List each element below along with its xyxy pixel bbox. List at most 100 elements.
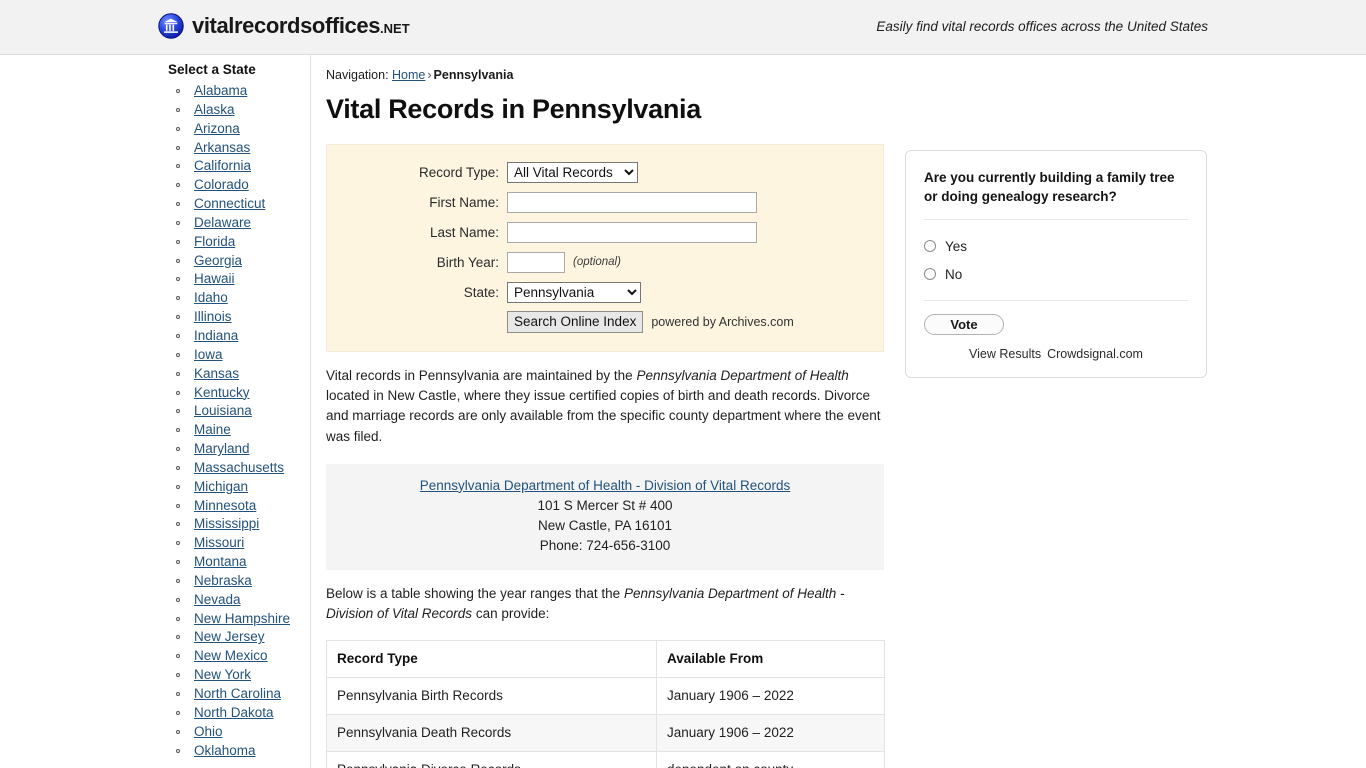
sidebar-item-kentucky[interactable]: Kentucky <box>194 385 250 400</box>
sidebar-item-north-carolina[interactable]: North Carolina <box>194 686 281 701</box>
sidebar-item-maine[interactable]: Maine <box>194 422 231 437</box>
poll-option-no[interactable]: No <box>924 260 1188 288</box>
sidebar-item-georgia[interactable]: Georgia <box>194 253 242 268</box>
form-row-last-name: Last Name: <box>327 221 883 243</box>
state-sidebar: Select a State Alabama Alaska Arizona Arkan… <box>160 55 310 760</box>
list-item: Missouri <box>172 534 310 553</box>
sidebar-item-arkansas[interactable]: Arkansas <box>194 140 250 155</box>
form-row-state: State: Pennsylvania <box>327 281 883 303</box>
intro-part-1: Vital records in Pennsylvania are mainta… <box>326 368 637 383</box>
breadcrumb: Navigation: Home › Pennsylvania <box>326 55 886 83</box>
sidebar-item-colorado[interactable]: Colorado <box>194 177 249 192</box>
form-row-first-name: First Name: <box>327 191 883 213</box>
sidebar-item-iowa[interactable]: Iowa <box>194 347 223 362</box>
sidebar-item-nebraska[interactable]: Nebraska <box>194 573 252 588</box>
sidebar-item-illinois[interactable]: Illinois <box>194 309 232 324</box>
breadcrumb-separator: › <box>427 68 432 82</box>
bullet-icon <box>176 748 180 753</box>
list-item: Nebraska <box>172 572 310 591</box>
last-name-input[interactable] <box>507 221 757 243</box>
crowdsignal-link[interactable]: Crowdsignal.com <box>1047 347 1143 361</box>
state-select[interactable]: Pennsylvania <box>507 281 641 303</box>
sidebar-item-ohio[interactable]: Ohio <box>194 724 223 739</box>
view-results-link[interactable]: View Results <box>969 347 1041 361</box>
bullet-icon <box>176 183 180 188</box>
bullet-icon <box>176 729 180 734</box>
bullet-icon <box>176 89 180 93</box>
sidebar-item-hawaii[interactable]: Hawaii <box>194 271 235 286</box>
bullet-icon <box>176 428 180 433</box>
birth-year-input[interactable] <box>507 251 565 273</box>
office-address-box: Pennsylvania Department of Health - Divi… <box>326 463 884 570</box>
list-item: New York <box>172 666 310 685</box>
form-row-birth-year: Birth Year: (optional) <box>327 251 883 273</box>
list-item: Colorado <box>172 176 310 195</box>
table-body: Pennsylvania Birth Records January 1906 –… <box>326 677 885 768</box>
breadcrumb-home-link[interactable]: Home <box>392 68 425 82</box>
vote-button[interactable]: Vote <box>924 314 1004 335</box>
radio-icon[interactable] <box>924 268 936 280</box>
sidebar-item-florida[interactable]: Florida <box>194 234 235 249</box>
first-name-label: First Name: <box>429 194 499 210</box>
sidebar-item-massachusetts[interactable]: Massachusetts <box>194 460 284 475</box>
sidebar-item-maryland[interactable]: Maryland <box>194 441 250 456</box>
sidebar-item-new-york[interactable]: New York <box>194 667 251 682</box>
list-item: Indiana <box>172 327 310 346</box>
powered-by-label: powered by Archives.com <box>651 315 794 329</box>
sidebar-item-new-hampshire[interactable]: New Hampshire <box>194 611 290 626</box>
sidebar-item-missouri[interactable]: Missouri <box>194 535 244 550</box>
breadcrumb-prefix: Navigation: <box>326 68 389 82</box>
sidebar-item-arizona[interactable]: Arizona <box>194 121 240 136</box>
bullet-icon <box>176 352 180 357</box>
sidebar-item-louisiana[interactable]: Louisiana <box>194 403 252 418</box>
bullet-icon <box>176 541 180 546</box>
sidebar-item-new-jersey[interactable]: New Jersey <box>194 629 265 644</box>
sidebar-item-michigan[interactable]: Michigan <box>194 479 248 494</box>
sidebar-item-oklahoma[interactable]: Oklahoma <box>194 743 256 758</box>
sidebar-item-mississippi[interactable]: Mississippi <box>194 516 259 531</box>
list-item: Delaware <box>172 214 310 233</box>
list-item: Alabama <box>172 82 310 101</box>
list-item: Idaho <box>172 289 310 308</box>
records-availability-table: Record Type Available From Pennsylvania … <box>326 640 885 768</box>
list-item: Arkansas <box>172 139 310 158</box>
list-item: Oklahoma <box>172 742 310 761</box>
sidebar-item-alaska[interactable]: Alaska <box>194 102 235 117</box>
site-tagline: Easily find vital records offices across… <box>876 19 1208 34</box>
last-name-label: Last Name: <box>429 224 499 240</box>
poll-option-yes[interactable]: Yes <box>924 232 1188 260</box>
office-name-link[interactable]: Pennsylvania Department of Health - Divi… <box>420 478 790 493</box>
sidebar-item-idaho[interactable]: Idaho <box>194 290 228 305</box>
search-online-index-button[interactable]: Search Online Index <box>507 311 644 333</box>
sidebar-item-new-mexico[interactable]: New Mexico <box>194 648 268 663</box>
site-brand[interactable]: vitalrecordsoffices.NET <box>158 13 410 39</box>
bullet-icon <box>176 654 180 659</box>
bullet-icon <box>176 315 180 320</box>
bank-building-icon <box>158 13 184 39</box>
record-type-select[interactable]: All Vital Records <box>507 161 638 183</box>
form-row-record-type: Record Type: All Vital Records <box>327 161 883 183</box>
sidebar-item-montana[interactable]: Montana <box>194 554 247 569</box>
sidebar-title: Select a State <box>168 62 256 77</box>
poll-options-group: Yes No <box>924 232 1188 288</box>
table-row: Pennsylvania Birth Records January 1906 –… <box>326 677 885 716</box>
sidebar-item-minnesota[interactable]: Minnesota <box>194 498 256 513</box>
column-header-record-type: Record Type <box>326 640 657 679</box>
record-type-label: Record Type: <box>418 164 499 180</box>
sidebar-item-connecticut[interactable]: Connecticut <box>194 196 265 211</box>
sidebar-item-north-dakota[interactable]: North Dakota <box>194 705 274 720</box>
sidebar-item-delaware[interactable]: Delaware <box>194 215 251 230</box>
sidebar-item-indiana[interactable]: Indiana <box>194 328 238 343</box>
list-item: New Hampshire <box>172 610 310 629</box>
first-name-input[interactable] <box>507 191 757 213</box>
bullet-icon <box>176 371 180 376</box>
poll-option-label: Yes <box>945 238 968 254</box>
list-item: Alaska <box>172 101 310 120</box>
radio-icon[interactable] <box>924 240 936 252</box>
sidebar-item-kansas[interactable]: Kansas <box>194 366 239 381</box>
sidebar-item-alabama[interactable]: Alabama <box>194 83 247 98</box>
list-item: Georgia <box>172 252 310 271</box>
column-header-available-from: Available From <box>656 640 885 679</box>
sidebar-item-california[interactable]: California <box>194 158 251 173</box>
sidebar-item-nevada[interactable]: Nevada <box>194 592 241 607</box>
